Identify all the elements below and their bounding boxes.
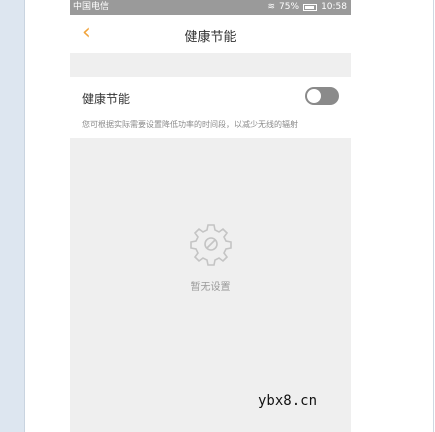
nav-bar: ‹ 健康节能 (70, 15, 351, 53)
gear-icon (189, 224, 232, 266)
right-divider (433, 0, 434, 432)
health-saving-toggle[interactable] (305, 87, 339, 105)
phone-screen: 中国电信 ≋ 75% 10:58 ‹ 健康节能 健康节能 您可根据实际需要设置降… (70, 0, 351, 432)
empty-label: 暂无设置 (190, 282, 231, 293)
sidebar-divider (24, 0, 25, 432)
page-title: 健康节能 (184, 30, 237, 45)
status-bar: 中国电信 ≋ 75% 10:58 (70, 0, 351, 15)
setting-row: 健康节能 (82, 77, 339, 119)
battery-icon (303, 4, 318, 11)
battery-percent: 75% (279, 2, 300, 12)
setting-label: 健康节能 (82, 92, 131, 106)
health-saving-setting: 健康节能 您可根据实际需要设置降低功率的时间段，以减少无线的辐射 (70, 77, 351, 138)
setting-description: 您可根据实际需要设置降低功率的时间段，以减少无线的辐射 (82, 120, 298, 129)
carrier-label: 中国电信 (73, 2, 110, 12)
status-right: ≋ 75% 10:58 (268, 0, 348, 15)
watermark: ybx8.cn (258, 393, 318, 409)
left-sidebar-strip (0, 0, 24, 432)
toggle-knob (307, 89, 321, 103)
empty-state: 暂无设置 (70, 222, 351, 293)
wifi-icon: ≋ (267, 2, 276, 12)
clock: 10:58 (321, 2, 347, 12)
